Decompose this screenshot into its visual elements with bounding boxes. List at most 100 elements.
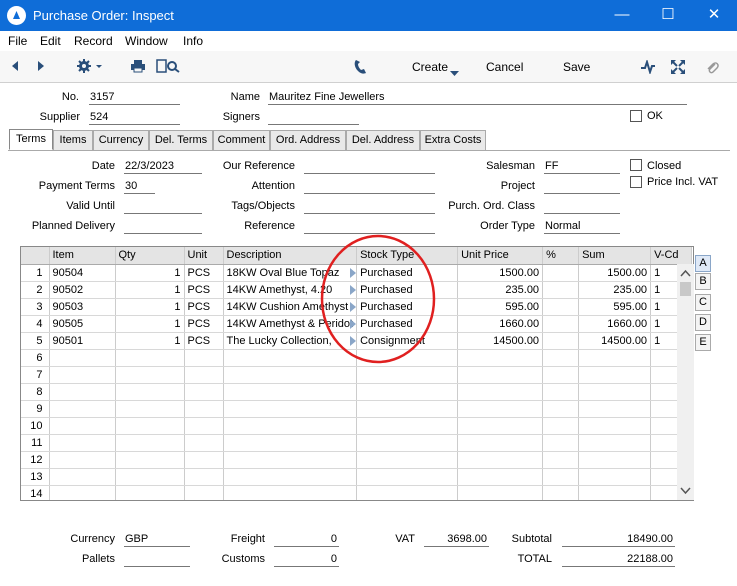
table-row[interactable]: 12 [21,451,693,469]
vat-field[interactable]: 3698.00 [424,533,489,547]
unit-cell[interactable] [184,366,224,384]
our-reference-field[interactable] [304,160,435,174]
stock-type-cell[interactable] [356,451,459,469]
sum-cell[interactable] [578,349,652,367]
unit-price-cell[interactable] [457,349,544,367]
qty-cell[interactable] [115,434,185,452]
flip-tab-b[interactable]: B [695,273,711,290]
tab-terms[interactable]: Terms [9,129,53,150]
flip-tab-e[interactable]: E [695,334,711,351]
item-cell[interactable]: 90502 [49,281,116,299]
percent-cell[interactable] [542,264,580,282]
print-icon[interactable] [130,59,146,76]
unit-price-cell[interactable]: 1660.00 [457,315,544,333]
unit-cell[interactable] [184,451,224,469]
sum-cell[interactable]: 1660.00 [578,315,652,333]
gear-icon[interactable] [76,58,104,77]
signers-field[interactable] [268,111,359,125]
ok-checkbox[interactable] [630,110,642,122]
sum-cell[interactable]: 14500.00 [578,332,652,350]
tab-currency[interactable]: Currency [93,130,149,150]
menu-window[interactable]: Window [125,34,168,48]
phone-icon[interactable] [353,59,367,78]
qty-cell[interactable] [115,451,185,469]
cancel-button[interactable]: Cancel [486,60,523,74]
qty-cell[interactable]: 1 [115,264,185,282]
percent-cell[interactable] [542,417,580,435]
stock-type-cell[interactable] [356,485,459,500]
tab-comment[interactable]: Comment [213,130,270,150]
description-cell[interactable] [223,383,358,401]
percent-cell[interactable] [542,332,580,350]
stock-type-cell[interactable] [356,400,459,418]
unit-price-cell[interactable] [457,434,544,452]
description-cell[interactable] [223,451,358,469]
unit-cell[interactable]: PCS [184,332,224,350]
unit-cell[interactable]: PCS [184,264,224,282]
date-field[interactable]: 22/3/2023 [124,160,202,174]
qty-cell[interactable] [115,366,185,384]
qty-cell[interactable] [115,349,185,367]
item-cell[interactable]: 90503 [49,298,116,316]
item-cell[interactable] [49,349,116,367]
description-cell[interactable] [223,417,358,435]
unit-cell[interactable] [184,400,224,418]
item-cell[interactable]: 90501 [49,332,116,350]
pallets-field[interactable] [124,553,190,567]
item-cell[interactable]: 90505 [49,315,116,333]
percent-cell[interactable] [542,366,580,384]
sum-cell[interactable] [578,451,652,469]
unit-price-cell[interactable] [457,383,544,401]
unit-price-cell[interactable] [457,400,544,418]
tab-ord-address[interactable]: Ord. Address [270,130,346,150]
description-cell[interactable] [223,366,358,384]
qty-cell[interactable]: 1 [115,332,185,350]
menu-edit[interactable]: Edit [40,34,61,48]
unit-cell[interactable]: PCS [184,281,224,299]
percent-cell[interactable] [542,451,580,469]
prev-record-icon[interactable] [8,59,22,76]
salesman-field[interactable]: FF [544,160,620,174]
unit-price-cell[interactable] [457,366,544,384]
item-cell[interactable] [49,417,116,435]
table-row[interactable]: 10 [21,417,693,435]
qty-cell[interactable] [115,417,185,435]
unit-cell[interactable] [184,383,224,401]
qty-cell[interactable] [115,468,185,486]
sum-cell[interactable]: 595.00 [578,298,652,316]
minimize-button[interactable]: — [599,0,645,31]
unit-price-cell[interactable] [457,485,544,500]
qty-cell[interactable] [115,383,185,401]
maximize-button[interactable]: ☐ [645,0,691,31]
table-row[interactable]: 13 [21,468,693,486]
tab-del-address[interactable]: Del. Address [346,130,420,150]
unit-price-cell[interactable]: 235.00 [457,281,544,299]
sum-cell[interactable] [578,434,652,452]
percent-cell[interactable] [542,349,580,367]
expand-icon[interactable] [670,59,686,78]
stock-type-cell[interactable] [356,417,459,435]
menu-record[interactable]: Record [74,34,113,48]
sum-cell[interactable]: 235.00 [578,281,652,299]
tab-items[interactable]: Items [53,130,93,150]
close-button[interactable]: ✕ [691,0,737,31]
stock-type-cell[interactable] [356,468,459,486]
description-cell[interactable] [223,434,358,452]
currency-field[interactable]: GBP [124,533,190,547]
description-cell[interactable] [223,468,358,486]
sum-cell[interactable]: 1500.00 [578,264,652,282]
unit-cell[interactable] [184,485,224,500]
percent-cell[interactable] [542,485,580,500]
flip-tab-d[interactable]: D [695,314,711,331]
grid-scrollbar[interactable] [677,264,694,500]
unit-price-cell[interactable]: 1500.00 [457,264,544,282]
item-cell[interactable] [49,366,116,384]
qty-cell[interactable] [115,485,185,500]
closed-checkbox[interactable] [630,159,642,171]
name-field[interactable]: Mauritez Fine Jewellers [268,91,687,105]
payment-terms-field[interactable]: 30 [124,180,155,194]
description-cell[interactable] [223,485,358,500]
subtotal-field[interactable]: 18490.00 [562,533,675,547]
save-button[interactable]: Save [563,60,590,74]
attention-field[interactable] [304,180,435,194]
